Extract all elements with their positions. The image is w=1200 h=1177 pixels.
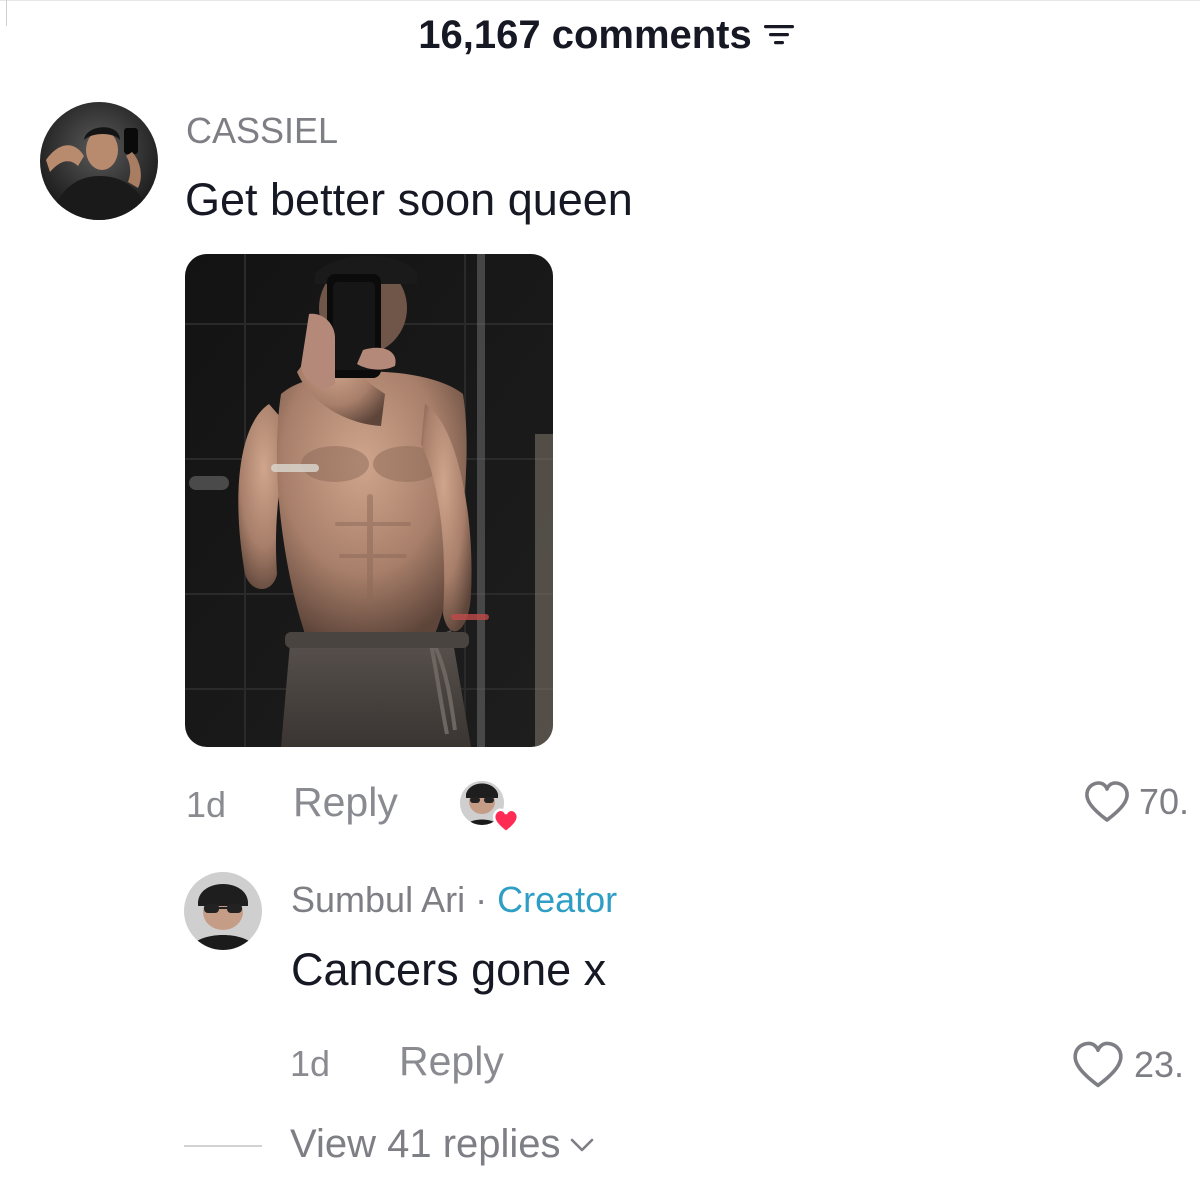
reply-timestamp: 1d — [290, 1043, 331, 1084]
reply-username-line: Sumbul Ari · Creator — [291, 879, 617, 921]
view-replies-label: View 41 replies — [290, 1122, 561, 1166]
comment-attached-photo[interactable] — [185, 254, 553, 747]
separator-dot: · — [475, 879, 488, 920]
avatar[interactable] — [184, 872, 262, 950]
comment-timestamp: 1d — [186, 784, 227, 825]
like-button[interactable]: 70. — [1083, 780, 1189, 824]
reply-to-reply-button[interactable]: Reply — [399, 1038, 504, 1085]
top-divider — [0, 0, 1200, 1]
comments-header: 16,167 comments — [0, 10, 1200, 60]
reply-like-button[interactable]: 23. — [1070, 1040, 1184, 1090]
filter-icon[interactable] — [762, 20, 796, 50]
reply-text: Cancers gone x — [291, 944, 607, 995]
heart-outline-icon[interactable] — [1083, 780, 1131, 824]
comment-username[interactable]: CASSIEL — [186, 110, 338, 152]
avatar[interactable] — [40, 102, 158, 220]
reply-button[interactable]: Reply — [293, 779, 398, 826]
view-replies-divider — [184, 1145, 262, 1147]
comment-text: Get better soon queen — [185, 174, 633, 225]
view-replies-button[interactable]: View 41 replies — [290, 1122, 595, 1167]
comments-count-title: 16,167 comments — [418, 12, 752, 57]
chevron-down-icon — [570, 1138, 593, 1151]
heart-outline-icon[interactable] — [1070, 1040, 1126, 1090]
creator-liked-heart-icon — [460, 781, 520, 834]
creator-badge: Creator — [497, 879, 618, 920]
reply-username[interactable]: Sumbul Ari — [291, 879, 465, 920]
reply-like-count: 23. — [1134, 1044, 1185, 1085]
like-count: 70. — [1139, 781, 1190, 822]
creator-liked-badge — [458, 776, 522, 834]
